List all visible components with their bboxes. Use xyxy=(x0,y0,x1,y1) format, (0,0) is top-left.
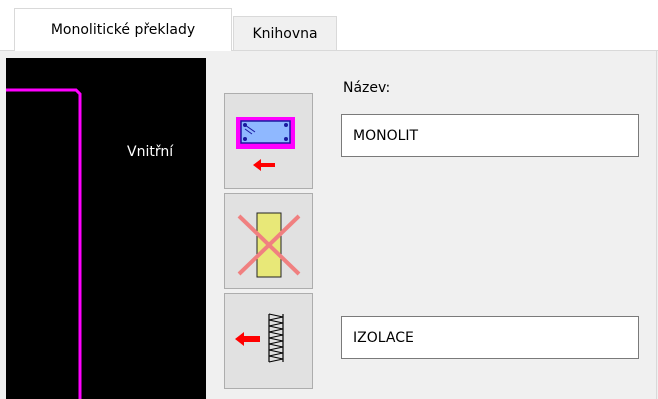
panel-border xyxy=(656,50,657,399)
preview-drawing xyxy=(6,88,82,399)
preview-canvas: Vnitřní xyxy=(6,58,206,399)
tab-label: Knihovna xyxy=(252,25,318,42)
red-arrow-with-hatched-column-icon xyxy=(235,313,284,363)
magenta-lintel-with-red-arrow-icon xyxy=(236,117,295,171)
izolace-input[interactable] xyxy=(341,316,639,359)
insulation-button[interactable] xyxy=(224,293,313,389)
monolith-lintel-button[interactable] xyxy=(224,93,313,189)
nazev-label: Název: xyxy=(343,80,391,96)
tab-strip: Monolitické překlady Knihovna xyxy=(0,0,658,51)
tab-monoliticke-preklady[interactable]: Monolitické překlady xyxy=(14,8,232,51)
preview-outline xyxy=(6,88,82,399)
yellow-block-crossed-icon xyxy=(237,212,301,278)
preview-label: Vnitřní xyxy=(127,144,174,160)
nazev-input[interactable] xyxy=(341,114,639,157)
tab-knihovna[interactable]: Knihovna xyxy=(233,16,337,50)
tab-label: Monolitické překlady xyxy=(50,22,196,38)
no-insulation-button[interactable] xyxy=(224,193,313,289)
